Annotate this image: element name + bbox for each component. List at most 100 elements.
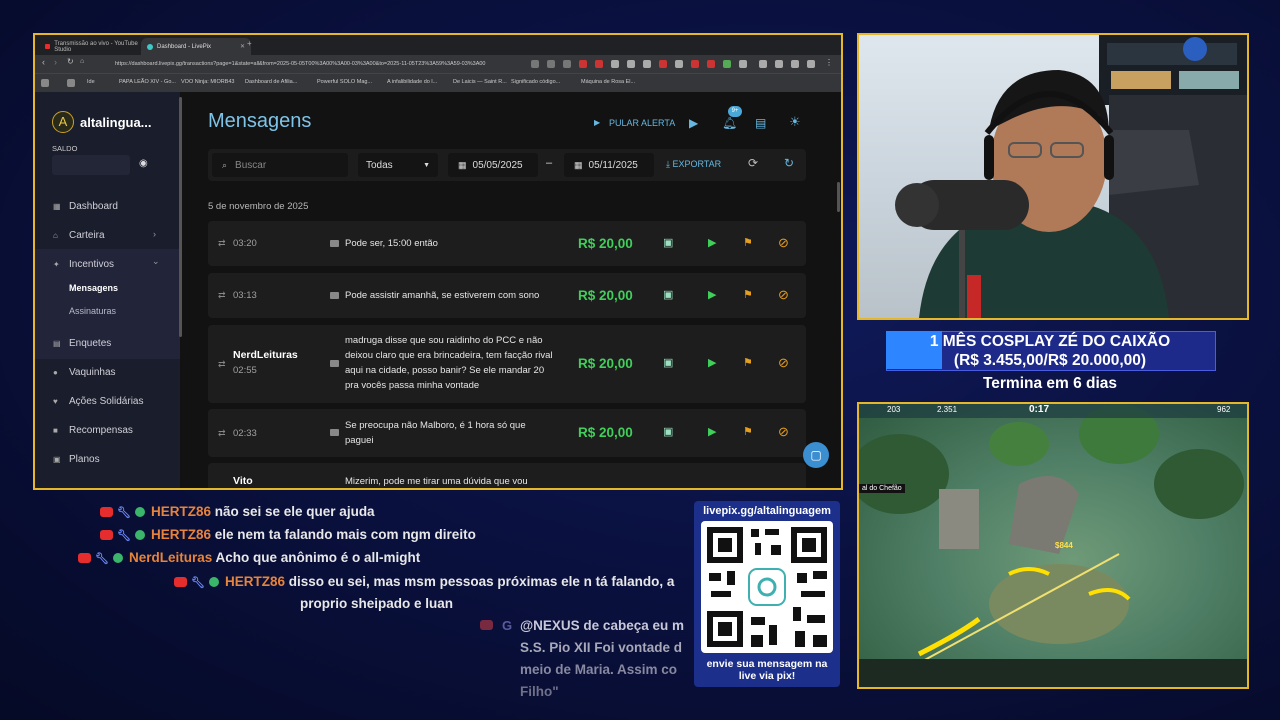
tts-icon[interactable]: ▣ bbox=[663, 425, 673, 438]
sidebar-scrollbar[interactable] bbox=[179, 97, 182, 337]
downloads-icon[interactable] bbox=[775, 60, 783, 68]
status-select[interactable]: Todas ▼ bbox=[358, 153, 438, 177]
wrench-icon: 🔧︎ bbox=[117, 507, 131, 519]
extension-icon[interactable] bbox=[739, 60, 747, 68]
block-icon[interactable]: ⊘ bbox=[778, 235, 789, 251]
flag-icon[interactable]: ⚑ bbox=[743, 425, 753, 438]
theme-sun-icon[interactable]: ☀ bbox=[789, 114, 801, 130]
refresh-icon[interactable]: ↻ bbox=[784, 156, 794, 170]
extension-icon[interactable] bbox=[627, 60, 635, 68]
eye-icon[interactable]: ◉ bbox=[139, 158, 148, 169]
bookmark-item[interactable]: A infalibilidade do l... bbox=[387, 79, 437, 85]
tts-icon[interactable]: ▣ bbox=[663, 288, 673, 301]
bookmark-item[interactable]: Powerful SOLO Mag... bbox=[317, 79, 372, 85]
forward-icon[interactable]: › bbox=[54, 57, 57, 67]
sidebar-item-mensagens[interactable]: Mensagens bbox=[69, 283, 118, 293]
bookmark-item[interactable]: PAPA LEÃO XIV - Go... bbox=[119, 79, 176, 85]
tab-youtube-studio[interactable]: Transmissão ao vivo - YouTube Studio bbox=[39, 38, 149, 55]
replay-icon[interactable]: ▶ bbox=[708, 236, 716, 249]
replay-icon[interactable]: ▶ bbox=[708, 356, 716, 369]
flag-icon[interactable]: ⚑ bbox=[743, 288, 753, 301]
tts-icon[interactable]: ▣ bbox=[663, 236, 673, 249]
block-icon[interactable]: ⊘ bbox=[778, 424, 789, 440]
sidebar-item-carteira[interactable]: ⌂ Carteira bbox=[53, 230, 105, 241]
layout-icon[interactable]: ▤ bbox=[755, 116, 766, 130]
grid-icon[interactable] bbox=[67, 79, 75, 87]
date-to-field[interactable]: ▦ 05/11/2025 bbox=[564, 153, 654, 177]
play-icon[interactable]: ▶ bbox=[594, 118, 600, 127]
sidebar-item-acoes-solidarias[interactable]: ♥ Ações Solidárias bbox=[53, 396, 143, 407]
chat-message: 🔧︎ NerdLeituras Acho que anônimo é o all-… bbox=[78, 550, 420, 565]
sidepanel-icon[interactable] bbox=[759, 60, 767, 68]
flag-icon[interactable]: ⚑ bbox=[743, 356, 753, 369]
sidebar-item-dashboard[interactable]: ▦ Dashboard bbox=[53, 201, 118, 212]
sidebar-item-planos[interactable]: ▣ Planos bbox=[53, 454, 100, 465]
close-tab-icon[interactable]: ✕ bbox=[240, 43, 245, 50]
extension-icon[interactable] bbox=[595, 60, 603, 68]
sidebar-item-assinaturas[interactable]: Assinaturas bbox=[69, 306, 116, 316]
replay-icon[interactable]: ▶ bbox=[708, 288, 716, 301]
bookmark-item[interactable]: Significado código... bbox=[511, 79, 560, 85]
star-icon[interactable] bbox=[563, 60, 571, 68]
tts-icon[interactable]: ▣ bbox=[663, 356, 673, 369]
page-title: Mensagens bbox=[208, 110, 312, 132]
sidebar-item-vaquinhas[interactable]: ● Vaquinhas bbox=[53, 367, 116, 378]
extension-icon[interactable] bbox=[579, 60, 587, 68]
export-button[interactable]: ⤓ EXPORTAR bbox=[666, 159, 721, 170]
youtube-icon[interactable]: ▶ bbox=[689, 116, 698, 130]
extension-icon[interactable] bbox=[707, 60, 715, 68]
profile-icon[interactable] bbox=[791, 60, 799, 68]
brand-name[interactable]: altalingua... bbox=[80, 115, 152, 130]
message-text: Pode ser, 15:00 então bbox=[345, 238, 438, 249]
main-scrollbar[interactable] bbox=[837, 182, 840, 212]
sidebar-item-recompensas[interactable]: ■ Recompensas bbox=[53, 425, 133, 436]
skip-alert-button[interactable]: PULAR ALERTA bbox=[609, 118, 675, 128]
date-from-field[interactable]: ▦ 05/05/2025 bbox=[448, 153, 538, 177]
hud-score: 2.351 bbox=[937, 405, 958, 414]
address-bar: ‹ › ↻ ⌂ https://dashboard.livepix.gg/tra… bbox=[35, 55, 841, 73]
apps-icon[interactable] bbox=[41, 79, 49, 87]
shield-icon[interactable] bbox=[807, 60, 815, 68]
webcam-feed bbox=[857, 33, 1249, 320]
extension-icon[interactable] bbox=[723, 60, 731, 68]
back-icon[interactable]: ‹ bbox=[42, 57, 45, 67]
flag-icon[interactable]: ⚑ bbox=[743, 236, 753, 249]
bookmark-item[interactable]: VOO Ninja: MIORB43 bbox=[181, 79, 235, 85]
block-icon[interactable]: ⊘ bbox=[778, 355, 789, 371]
hud-gems: 962 bbox=[1217, 405, 1231, 414]
grid-icon: ▦ bbox=[53, 201, 61, 211]
reload-icon[interactable]: ↻ bbox=[67, 57, 74, 66]
extension-icon[interactable] bbox=[611, 60, 619, 68]
bookmark-item[interactable]: Ide bbox=[87, 79, 95, 85]
chat-faded-line: meio de Maria. Assim co bbox=[520, 662, 678, 677]
message-icon bbox=[330, 360, 339, 367]
bookmark-item[interactable]: Dashboard de Afilia... bbox=[245, 79, 297, 85]
home-icon[interactable]: ⌂ bbox=[80, 58, 84, 65]
sidebar-item-enquetes[interactable]: ▤ Enquetes bbox=[53, 338, 111, 349]
sidebar-item-incentivos[interactable]: ✦ Incentivos bbox=[53, 259, 114, 270]
message-amount: R$ 20,00 bbox=[578, 425, 633, 440]
chat-support-button[interactable]: ▢ bbox=[803, 442, 829, 468]
tab-livepix-dashboard[interactable]: Dashboard - LivePix ✕ bbox=[141, 38, 251, 55]
cast-icon[interactable] bbox=[547, 60, 555, 68]
sync-icon[interactable]: ⟳ bbox=[748, 156, 758, 170]
replay-icon[interactable]: ▶ bbox=[708, 425, 716, 438]
block-icon[interactable]: ⊘ bbox=[778, 287, 789, 303]
bookmark-item[interactable]: De Laicis — Saint R... bbox=[453, 79, 507, 85]
new-tab-icon[interactable]: + bbox=[247, 39, 252, 48]
date-to-value: 05/11/2025 bbox=[588, 159, 638, 171]
extension-icon[interactable] bbox=[675, 60, 683, 68]
bookmark-item[interactable]: Máquina de Rosa El... bbox=[581, 79, 635, 85]
zoom-icon[interactable] bbox=[531, 60, 539, 68]
url-field[interactable]: https://dashboard.livepix.gg/transaction… bbox=[115, 58, 525, 70]
download-icon: ⤓ bbox=[666, 159, 670, 169]
bell-icon[interactable]: 🔔︎ bbox=[722, 116, 737, 130]
money-icon bbox=[134, 530, 145, 541]
bank-icon: ⌂ bbox=[53, 230, 58, 240]
extension-icon[interactable] bbox=[643, 60, 651, 68]
menu-icon[interactable]: ⋮ bbox=[825, 58, 833, 67]
search-input[interactable]: ⌕ Buscar bbox=[212, 153, 348, 177]
extension-icon[interactable] bbox=[691, 60, 699, 68]
extension-icon[interactable] bbox=[659, 60, 667, 68]
youtube-icon bbox=[100, 507, 113, 518]
